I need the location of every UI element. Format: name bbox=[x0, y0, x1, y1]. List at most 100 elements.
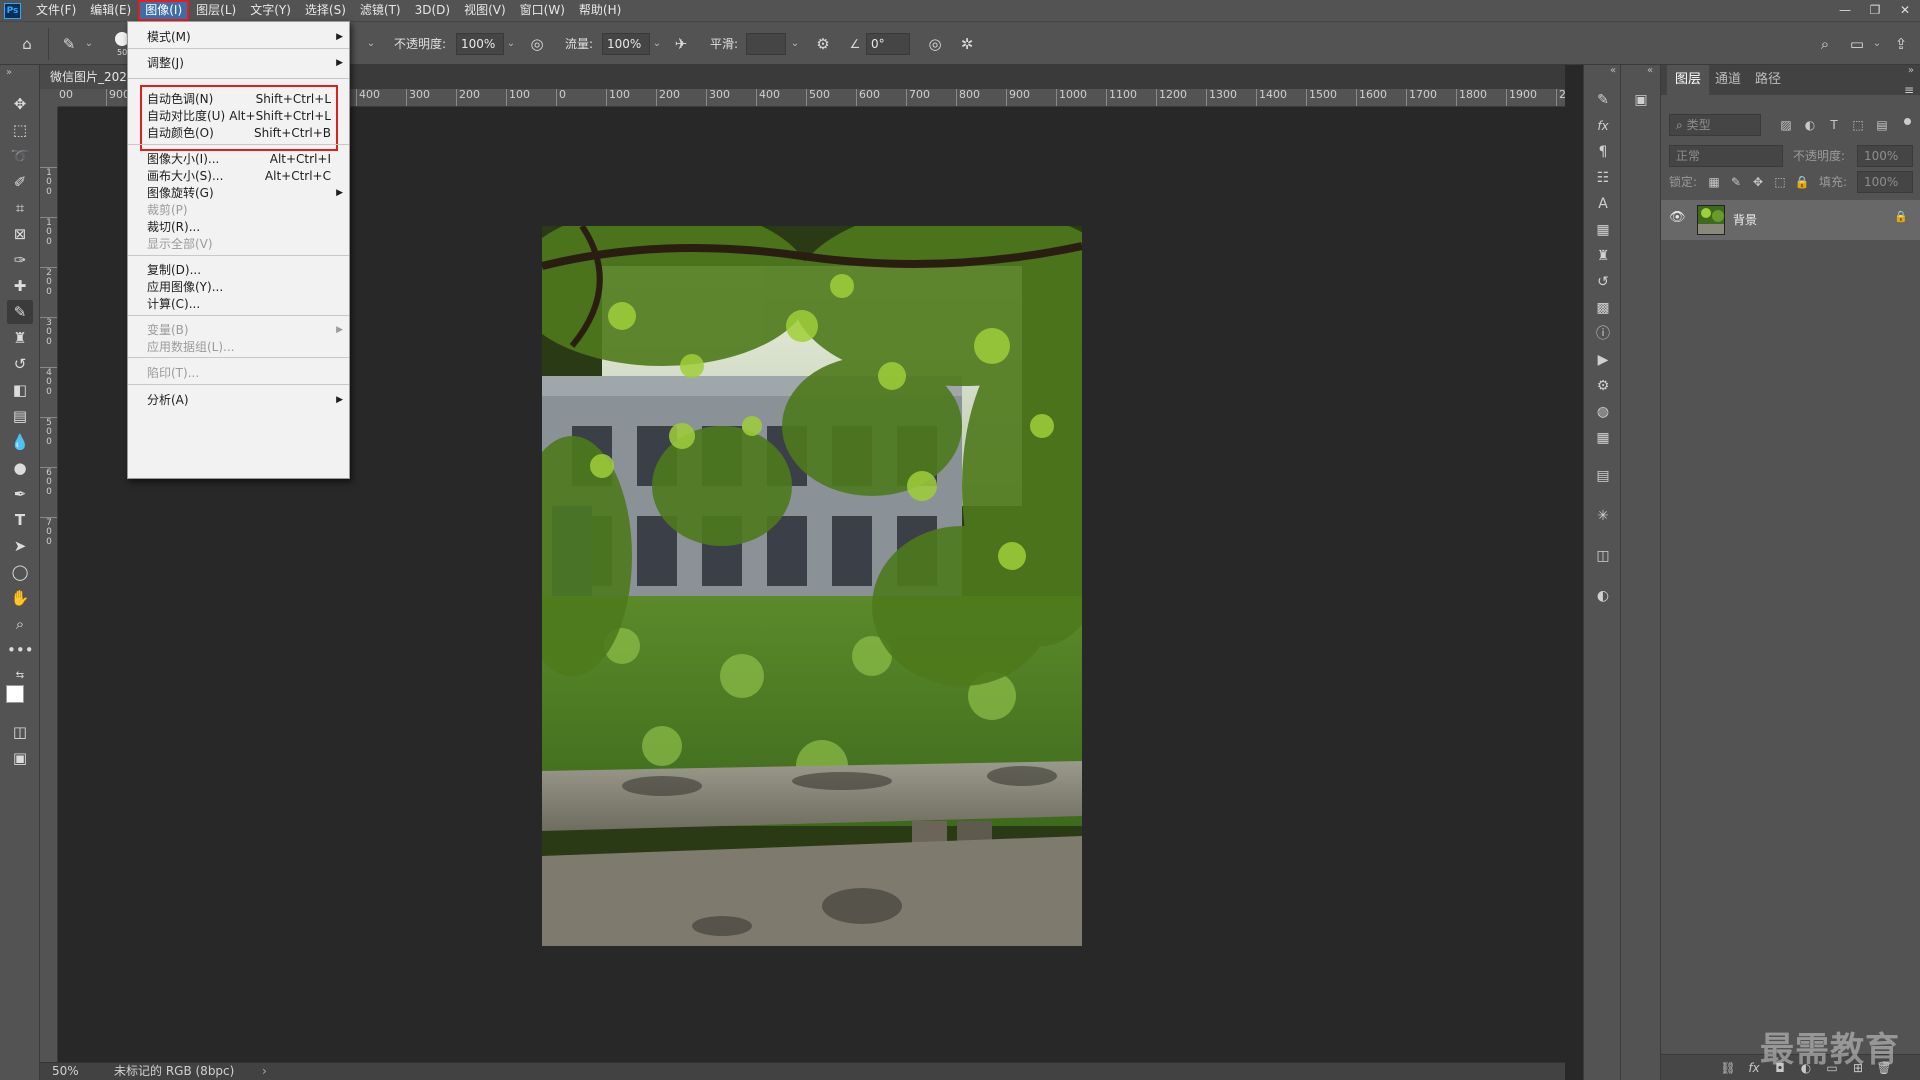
type-tool-icon[interactable]: T bbox=[7, 508, 33, 532]
collapse-icon[interactable]: » bbox=[6, 67, 12, 78]
smoothing-settings-icon[interactable]: ⚙ bbox=[812, 33, 834, 55]
hand-tool-icon[interactable]: ✋ bbox=[7, 586, 33, 610]
lock-position-icon[interactable]: ✥ bbox=[1749, 171, 1767, 193]
home-icon[interactable]: ⌂ bbox=[16, 33, 38, 55]
filter-pixel-icon[interactable]: ▨ bbox=[1777, 114, 1795, 136]
blend-mode-select[interactable]: 正常 bbox=[1669, 145, 1783, 167]
menu-0[interactable]: 文件(F) bbox=[29, 0, 83, 21]
panel-tab-1[interactable]: 通道 bbox=[1707, 65, 1749, 95]
filter-adjustment-icon[interactable]: ◐ bbox=[1801, 114, 1819, 136]
brush-settings-icon[interactable]: ✎ bbox=[1592, 89, 1614, 111]
menu-5[interactable]: 选择(S) bbox=[298, 0, 353, 21]
filter-shape-icon[interactable]: ⬚ bbox=[1849, 114, 1867, 136]
lock-all-icon[interactable]: 🔒 bbox=[1793, 171, 1811, 193]
lock-transparent-icon[interactable]: ▦ bbox=[1705, 171, 1723, 193]
pressure-size-icon[interactable]: ◎ bbox=[924, 33, 946, 55]
notes-icon[interactable]: ▤ bbox=[1592, 465, 1614, 487]
layer-opacity-input[interactable]: 100% bbox=[1857, 145, 1913, 167]
menu-2[interactable]: 图像(I) bbox=[138, 0, 190, 21]
smoothing-dropdown[interactable]: ⌄ bbox=[788, 34, 802, 54]
strip2-collapse-icon[interactable]: « bbox=[1647, 65, 1653, 76]
vertical-ruler[interactable]: 100100200300400500600700 bbox=[40, 107, 58, 1062]
history-brush-tool-icon[interactable]: ↺ bbox=[7, 352, 33, 376]
strip-collapse-icon[interactable]: « bbox=[1610, 65, 1616, 76]
swatches-icon[interactable]: ▩ bbox=[1592, 297, 1614, 319]
eraser-tool-icon[interactable]: ◧ bbox=[7, 378, 33, 402]
marquee-tool-icon[interactable]: ⬚ bbox=[7, 118, 33, 142]
layer-row[interactable]: 👁 背景 🔒 bbox=[1661, 200, 1920, 240]
color-icon[interactable]: ◐ bbox=[1592, 585, 1614, 607]
pen-tool-icon[interactable]: ✒ bbox=[7, 482, 33, 506]
workspace-dropdown[interactable]: ⌄ bbox=[1870, 34, 1884, 54]
lasso-tool-icon[interactable]: ➰ bbox=[7, 144, 33, 168]
status-expand-icon[interactable]: › bbox=[262, 1063, 267, 1080]
layer-filter-select[interactable]: ⌕ 类型 bbox=[1669, 114, 1761, 136]
actions-icon[interactable]: ▶ bbox=[1592, 349, 1614, 371]
screen-mode-icon[interactable]: ▣ bbox=[7, 746, 33, 770]
close-icon[interactable]: ✕ bbox=[1890, 0, 1920, 21]
panel-tab-2[interactable]: 路径 bbox=[1747, 65, 1789, 95]
menu-7[interactable]: 3D(D) bbox=[408, 0, 457, 21]
styles-icon[interactable]: fx bbox=[1592, 115, 1614, 137]
layer-name[interactable]: 背景 bbox=[1733, 200, 1757, 240]
blur-tool-icon[interactable]: 💧 bbox=[7, 430, 33, 454]
smoothing-input[interactable] bbox=[746, 33, 786, 55]
adjustments-icon[interactable]: ☷ bbox=[1592, 167, 1614, 189]
panel-collapse-icon[interactable]: » bbox=[1908, 65, 1914, 76]
eyedropper-tool-icon[interactable]: ✑ bbox=[7, 248, 33, 272]
menu-4[interactable]: 文字(Y) bbox=[243, 0, 298, 21]
filter-toggle-icon[interactable] bbox=[1904, 118, 1911, 125]
ruler-origin[interactable] bbox=[40, 89, 58, 107]
filter-type-icon[interactable]: T bbox=[1825, 114, 1843, 136]
opacity-input[interactable]: 100% bbox=[456, 33, 504, 55]
menu-3[interactable]: 图层(L) bbox=[189, 0, 243, 21]
angle-input[interactable]: 0° bbox=[866, 33, 910, 55]
healing-brush-tool-icon[interactable]: ✚ bbox=[7, 274, 33, 298]
timeline-icon[interactable]: ▦ bbox=[1592, 427, 1614, 449]
clone-source-icon[interactable]: ♜ bbox=[1592, 245, 1614, 267]
move-tool-icon[interactable]: ✥ bbox=[7, 92, 33, 116]
more-tools-icon[interactable]: ••• bbox=[7, 638, 34, 662]
lock-artboard-icon[interactable]: ⬚ bbox=[1771, 171, 1789, 193]
document-image[interactable] bbox=[542, 226, 1082, 946]
navigator-icon[interactable]: ✳ bbox=[1592, 505, 1614, 527]
minimize-icon[interactable]: — bbox=[1830, 0, 1860, 21]
menu-8[interactable]: 视图(V) bbox=[457, 0, 513, 21]
airbrush-icon[interactable]: ✈ bbox=[670, 33, 692, 55]
crop-tool-icon[interactable]: ⌗ bbox=[7, 196, 33, 220]
info-icon[interactable]: ⓘ bbox=[1592, 323, 1614, 345]
frame-tool-icon[interactable]: ⊠ bbox=[7, 222, 33, 246]
dodge-tool-icon[interactable]: ● bbox=[7, 456, 33, 480]
brush-preset-dropdown[interactable]: ⌄ bbox=[82, 34, 96, 54]
gradient-tool-icon[interactable]: ▤ bbox=[7, 404, 33, 428]
quick-mask-icon[interactable]: ◫ bbox=[7, 720, 33, 744]
filter-smart-object-icon[interactable]: ▤ bbox=[1873, 114, 1891, 136]
search-icon[interactable]: ⌕ bbox=[1814, 33, 1836, 55]
visibility-eye-icon[interactable]: 👁 bbox=[1669, 210, 1687, 230]
menu-6[interactable]: 滤镜(T) bbox=[353, 0, 408, 21]
opacity-dropdown[interactable]: ⌄ bbox=[504, 34, 518, 54]
image-menu-item[interactable]: 分析(A) ▶ bbox=[128, 390, 349, 411]
symmetry-icon[interactable]: ✲ bbox=[956, 33, 978, 55]
quick-selection-tool-icon[interactable]: ✐ bbox=[7, 170, 33, 194]
3d-icon[interactable]: ◍ bbox=[1592, 401, 1614, 423]
restore-icon[interactable]: ❐ bbox=[1860, 0, 1890, 21]
channels-icon[interactable]: ◫ bbox=[1592, 545, 1614, 567]
path-selection-tool-icon[interactable]: ➤ bbox=[7, 534, 33, 558]
flow-input[interactable]: 100% bbox=[602, 33, 650, 55]
ellipse-tool-icon[interactable]: ◯ bbox=[7, 560, 33, 584]
brush-preset-icon[interactable]: ✎ bbox=[58, 33, 80, 55]
layer-comps-icon[interactable]: ▣ bbox=[1630, 89, 1652, 111]
history-icon[interactable]: ↺ bbox=[1592, 271, 1614, 293]
zoom-level[interactable]: 50% bbox=[52, 1063, 79, 1080]
flow-dropdown[interactable]: ⌄ bbox=[650, 34, 664, 54]
character-icon[interactable]: A bbox=[1592, 193, 1614, 215]
image-menu-item[interactable]: 自动颜色(O) Shift+Ctrl+B bbox=[128, 123, 349, 144]
brush-tool-icon[interactable]: ✎ bbox=[7, 300, 33, 324]
mode-dropdown[interactable]: ⌄ bbox=[364, 34, 378, 54]
clone-stamp-tool-icon[interactable]: ♜ bbox=[7, 326, 33, 350]
properties-icon[interactable]: ⚙ bbox=[1592, 375, 1614, 397]
document-tab[interactable]: 微信图片_202 bbox=[40, 65, 130, 89]
image-menu-item[interactable]: 计算(C)... bbox=[128, 294, 349, 315]
menu-9[interactable]: 窗口(W) bbox=[513, 0, 572, 21]
